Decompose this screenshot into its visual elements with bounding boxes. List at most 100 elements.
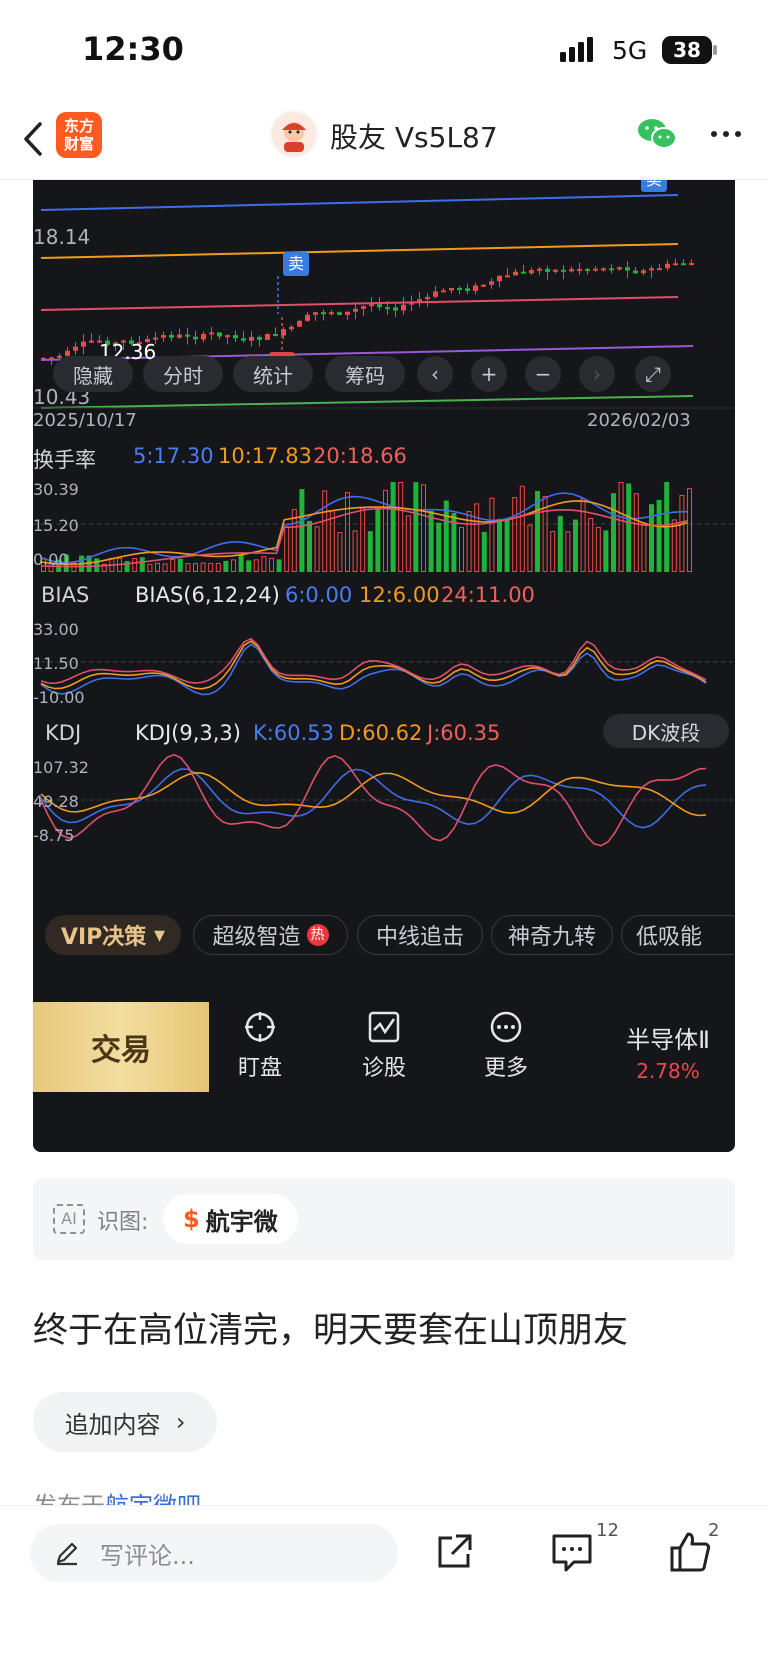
strategy-super-manufacture[interactable]: 超级智造热 bbox=[193, 915, 348, 955]
turnover-bar bbox=[512, 497, 518, 572]
logo-text-top: 东方 bbox=[63, 117, 94, 135]
bias-title[interactable]: BIAS bbox=[41, 583, 89, 607]
candle-body bbox=[401, 304, 406, 311]
chip-chips[interactable]: 筹码 bbox=[325, 356, 405, 392]
share-icon[interactable] bbox=[432, 1530, 476, 1574]
candle-body bbox=[545, 268, 550, 272]
turnover-bar bbox=[687, 488, 692, 573]
chip-intraday[interactable]: 分时 bbox=[143, 356, 223, 392]
candle-body bbox=[433, 291, 438, 297]
turnover-bar bbox=[162, 563, 168, 573]
comment-icon[interactable] bbox=[550, 1530, 594, 1574]
avatar[interactable] bbox=[270, 110, 318, 158]
back-icon[interactable] bbox=[16, 114, 52, 164]
turnover-bar bbox=[269, 557, 274, 573]
candle-body bbox=[473, 285, 478, 291]
stock-chart-screenshot[interactable]: 18.14 12.36 10.43 卖 卖 买 隐藏 分时 统计 筹码 ‹ + … bbox=[33, 180, 735, 1152]
kdj-title[interactable]: KDJ bbox=[45, 721, 81, 745]
turnover-bar bbox=[246, 560, 252, 572]
chevron-right-icon[interactable]: › bbox=[579, 356, 615, 392]
kdj-j: J:60.35 bbox=[427, 721, 501, 745]
turnover-bar bbox=[436, 522, 442, 572]
candle-body bbox=[649, 268, 654, 271]
candle-body bbox=[617, 267, 622, 270]
turnover-bar bbox=[367, 531, 373, 572]
candle-body bbox=[81, 341, 86, 347]
turnover-bar bbox=[193, 563, 198, 572]
candle-body bbox=[297, 320, 302, 327]
candle-body bbox=[465, 288, 470, 291]
zoom-out-icon[interactable]: − bbox=[525, 356, 561, 392]
candle-body bbox=[41, 357, 46, 360]
more-button[interactable]: 更多 bbox=[451, 1010, 561, 1090]
candle-body bbox=[673, 263, 678, 266]
turnover-bar bbox=[519, 485, 525, 572]
post-text: 终于在高位清完，明天要套在山顶朋友 bbox=[33, 1311, 629, 1351]
turnover-bar bbox=[641, 524, 647, 573]
turnover-title[interactable]: 换手率 bbox=[33, 444, 96, 474]
sector-indicator[interactable]: 半导体Ⅱ 2.78% bbox=[613, 1020, 723, 1083]
turnover-bar bbox=[276, 559, 282, 572]
turnover-bar bbox=[94, 558, 100, 572]
turnover-bar bbox=[679, 494, 685, 572]
kdj-d: D:60.62 bbox=[339, 721, 423, 745]
turnover-bar bbox=[595, 526, 601, 572]
dk-wave-badge[interactable]: DK波段 bbox=[603, 714, 729, 748]
append-content-button[interactable]: 追加内容 › bbox=[33, 1392, 217, 1452]
strategy-low-buy[interactable]: 低吸能 bbox=[621, 915, 735, 955]
turnover-bar bbox=[504, 518, 510, 572]
strategy-midline[interactable]: 中线追击 bbox=[357, 915, 483, 955]
candle-body bbox=[313, 312, 318, 315]
status-bar: 12:30 5G 38 bbox=[0, 0, 768, 100]
strategy-nine-turn[interactable]: 神奇九转 bbox=[491, 915, 613, 955]
comment-input[interactable]: 写评论... bbox=[30, 1524, 398, 1582]
diagnose-label: 诊股 bbox=[361, 1056, 406, 1081]
candle-body bbox=[665, 263, 670, 269]
watch-button[interactable]: 盯盘 bbox=[205, 1010, 315, 1090]
turnover-bar bbox=[329, 510, 335, 572]
comment-placeholder: 写评论... bbox=[100, 1541, 195, 1570]
recognized-stock-chip[interactable]: $ 航宇微 bbox=[163, 1194, 298, 1244]
candle-body bbox=[369, 304, 374, 307]
turnover-bar bbox=[261, 556, 267, 573]
candle-body bbox=[553, 269, 558, 272]
candle-body bbox=[209, 332, 214, 335]
vip-decision-button[interactable]: VIP决策 ▾ bbox=[45, 915, 181, 955]
candle-body bbox=[577, 268, 582, 271]
kdj-k: K:60.53 bbox=[253, 721, 334, 745]
app-logo[interactable]: 东方 财富 bbox=[56, 112, 102, 158]
candle-body bbox=[385, 307, 390, 310]
turnover-bar bbox=[314, 526, 320, 572]
battery-level: 38 bbox=[673, 38, 701, 62]
turnover-bar bbox=[185, 563, 191, 572]
candle-body bbox=[417, 299, 422, 302]
chart-icon bbox=[368, 1011, 400, 1043]
candle-body bbox=[481, 284, 486, 287]
candle-body bbox=[305, 314, 310, 321]
wechat-icon[interactable] bbox=[636, 116, 678, 152]
candle-body bbox=[393, 307, 398, 311]
candle-body bbox=[585, 268, 590, 271]
zoom-in-icon[interactable]: + bbox=[471, 356, 507, 392]
candle-body bbox=[561, 269, 566, 272]
candle-body bbox=[185, 334, 190, 337]
turnover-bar bbox=[398, 482, 404, 572]
trade-button[interactable]: 交易 bbox=[33, 1002, 209, 1092]
candle-body bbox=[457, 288, 462, 291]
avatar-icon bbox=[282, 122, 306, 152]
more-icon[interactable] bbox=[708, 124, 744, 144]
like-icon[interactable] bbox=[668, 1530, 712, 1574]
kdj-level-mid: 49.28 bbox=[33, 792, 79, 811]
candle-body bbox=[249, 336, 254, 341]
kdj-level-low: -8.75 bbox=[33, 826, 75, 845]
turnover-ma20: 20:18.66 bbox=[313, 444, 407, 468]
chip-hide[interactable]: 隐藏 bbox=[53, 356, 133, 392]
diagnose-button[interactable]: 诊股 bbox=[329, 1010, 439, 1090]
chevron-left-icon[interactable]: ‹ bbox=[417, 356, 453, 392]
candle-body bbox=[177, 334, 182, 338]
turnover-bar bbox=[527, 524, 533, 573]
page-title: 股友 Vs5L87 bbox=[330, 121, 498, 154]
turnover-bar bbox=[124, 561, 130, 572]
fullscreen-icon[interactable]: ⤢ bbox=[635, 356, 671, 392]
chip-stats[interactable]: 统计 bbox=[233, 356, 313, 392]
